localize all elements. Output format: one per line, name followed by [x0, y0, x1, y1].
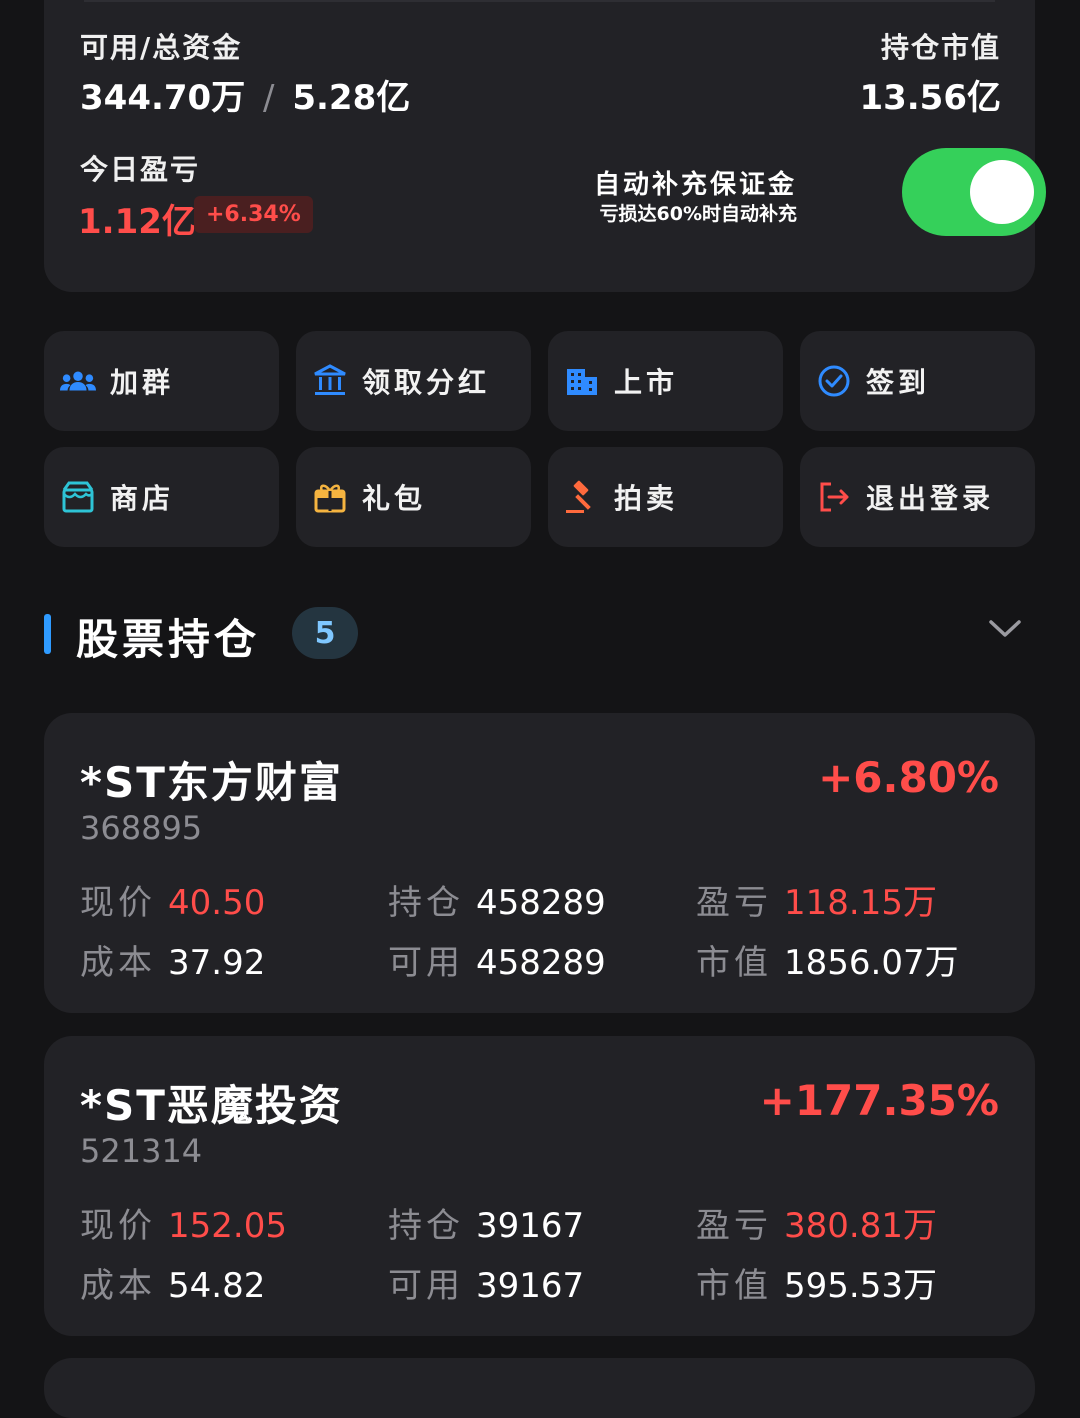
- action-label: 上市: [614, 366, 679, 399]
- holdings-section-title: 股票持仓: [76, 615, 261, 664]
- logout-icon: [816, 479, 852, 515]
- field-value: 458289: [476, 883, 606, 923]
- action-check-in[interactable]: 签到: [800, 331, 1035, 431]
- field-label: 成本: [80, 943, 156, 983]
- available-total-value: 344.70万 / 5.28亿: [80, 70, 410, 119]
- auto-margin-subtitle: 亏损达60%时自动补充: [599, 203, 797, 225]
- field-label: 持仓: [388, 1206, 464, 1246]
- field-value: 1856.07万: [784, 943, 959, 983]
- field-label: 持仓: [388, 883, 464, 923]
- market-value-field: 市值 1856.07万: [696, 935, 959, 984]
- action-claim-dividend[interactable]: 领取分红: [296, 331, 531, 431]
- separator: /: [263, 78, 275, 118]
- section-accent-bar: [44, 614, 51, 654]
- holding-field: 持仓 39167: [388, 1198, 584, 1247]
- available-total-label: 可用/总资金: [80, 31, 243, 64]
- gift-icon: [312, 479, 348, 515]
- action-logout[interactable]: 退出登录: [800, 447, 1035, 547]
- today-pnl-pct-badge: +6.34%: [194, 196, 313, 233]
- available-field: 可用 458289: [388, 935, 606, 984]
- action-label: 领取分红: [362, 366, 491, 399]
- action-gift-pack[interactable]: 礼包: [296, 447, 531, 547]
- stock-card-partial[interactable]: [44, 1358, 1035, 1418]
- stock-change-pct: +177.35%: [759, 1076, 999, 1125]
- action-join-group[interactable]: 加群: [44, 331, 279, 431]
- chevron-down-icon[interactable]: [988, 618, 1022, 644]
- holding-field: 持仓 458289: [388, 875, 606, 924]
- holdings-count-badge: 5: [292, 607, 358, 659]
- cost-field: 成本 54.82: [80, 1258, 265, 1307]
- stock-code: 521314: [80, 1132, 203, 1170]
- total-funds: 5.28亿: [292, 78, 411, 118]
- field-value: 40.50: [168, 883, 266, 923]
- field-value: 54.82: [168, 1266, 266, 1306]
- field-label: 可用: [388, 1266, 464, 1306]
- cost-field: 成本 37.92: [80, 935, 265, 984]
- field-value: 152.05: [168, 1206, 287, 1246]
- action-label: 签到: [866, 366, 931, 399]
- field-label: 成本: [80, 1266, 156, 1306]
- account-summary-card: 可用/总资金 344.70万 / 5.28亿 持仓市值 13.56亿 今日盈亏 …: [44, 0, 1046, 292]
- available-field: 可用 39167: [388, 1258, 584, 1307]
- action-ipo[interactable]: 上市: [548, 331, 783, 431]
- action-auction[interactable]: 拍卖: [548, 447, 783, 547]
- field-label: 市值: [696, 943, 772, 983]
- gavel-icon: [564, 479, 600, 515]
- field-value: 37.92: [168, 943, 266, 983]
- action-label: 加群: [110, 366, 175, 399]
- stock-change-pct: +6.80%: [818, 753, 999, 802]
- stock-card[interactable]: *ST恶魔投资 521314 +177.35% 现价 152.05 成本 54.82…: [44, 1036, 1035, 1336]
- toggle-knob: [970, 160, 1034, 224]
- action-shop[interactable]: 商店: [44, 447, 279, 547]
- current-price-field: 现价 40.50: [80, 875, 265, 924]
- today-pnl-value: 1.12亿: [78, 202, 196, 242]
- action-label: 礼包: [362, 482, 427, 515]
- field-value: 595.53万: [784, 1266, 937, 1306]
- field-value: 458289: [476, 943, 606, 983]
- field-label: 现价: [80, 883, 156, 923]
- auto-margin-toggle[interactable]: [902, 148, 1046, 236]
- bank-icon: [312, 363, 348, 399]
- field-label: 盈亏: [696, 883, 772, 923]
- action-label: 退出登录: [866, 482, 995, 515]
- action-label: 拍卖: [614, 482, 679, 515]
- check-circle-icon: [816, 363, 852, 399]
- pnl-field: 盈亏 118.15万: [696, 875, 937, 924]
- group-icon: [60, 363, 96, 399]
- current-price-field: 现价 152.05: [80, 1198, 287, 1247]
- field-label: 现价: [80, 1206, 156, 1246]
- building-icon: [564, 363, 600, 399]
- field-value: 118.15万: [784, 883, 937, 923]
- market-value-field: 市值 595.53万: [696, 1258, 937, 1307]
- shop-icon: [60, 479, 96, 515]
- pnl-field: 盈亏 380.81万: [696, 1198, 937, 1247]
- field-value: 380.81万: [784, 1206, 937, 1246]
- available-funds: 344.70万: [80, 78, 246, 118]
- field-label: 市值: [696, 1266, 772, 1306]
- field-value: 39167: [476, 1266, 585, 1306]
- stock-name: *ST东方财富: [80, 758, 343, 807]
- divider: [84, 0, 995, 2]
- stock-code: 368895: [80, 809, 203, 847]
- auto-margin-title: 自动补充保证金: [593, 170, 797, 200]
- field-label: 盈亏: [696, 1206, 772, 1246]
- stock-name: *ST恶魔投资: [80, 1081, 343, 1130]
- today-pnl-label: 今日盈亏: [80, 153, 201, 186]
- position-value: 13.56亿: [859, 78, 1001, 118]
- field-label: 可用: [388, 943, 464, 983]
- field-value: 39167: [476, 1206, 585, 1246]
- stock-card[interactable]: *ST东方财富 368895 +6.80% 现价 40.50 成本 37.92 持仓…: [44, 713, 1035, 1013]
- action-label: 商店: [110, 482, 175, 515]
- position-value-label: 持仓市值: [880, 31, 1001, 64]
